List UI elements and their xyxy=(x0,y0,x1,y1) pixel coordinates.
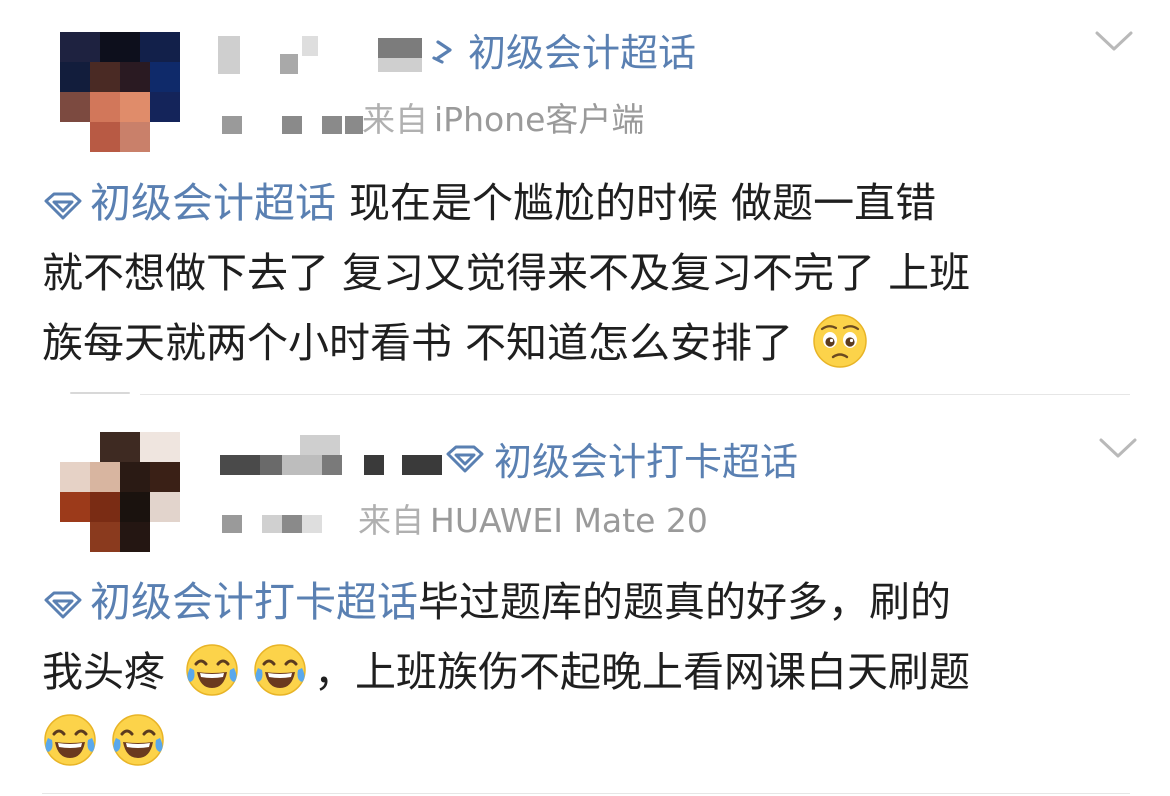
post-body-line: 初级会计打卡超话毕过题库的题真的好多，刷的 xyxy=(42,567,1132,637)
chevron-down-icon[interactable] xyxy=(1098,435,1138,461)
chevron-right-icon xyxy=(432,39,452,64)
avatar[interactable] xyxy=(60,32,180,152)
pleading-face-emoji-icon xyxy=(813,314,867,368)
supertopic-diamond-icon xyxy=(446,445,484,472)
post-text: 现在是个尴尬的时候 做题一直错 xyxy=(349,179,937,227)
tears-of-joy-emoji-icon xyxy=(44,714,96,766)
post-body: 初级会计打卡超话毕过题库的题真的好多，刷的 我头疼 ，上班族伤不起晚上看网课白天… xyxy=(42,567,1132,777)
tears-of-joy-emoji-icon xyxy=(112,714,164,766)
post-body-line: 初级会计超话 现在是个尴尬的时候 做题一直错 xyxy=(42,168,1132,238)
username-redacted[interactable] xyxy=(220,431,442,475)
source-prefix: 来自 xyxy=(358,501,424,540)
post-body-line xyxy=(42,707,1132,777)
source-device: iPhone客户端 xyxy=(434,100,645,139)
source-prefix: 来自 xyxy=(362,100,428,139)
post-text: 就不想做下去了 复习又觉得来不及复习不完了 上班 xyxy=(42,249,971,297)
post-text: ，上班族伤不起晚上看网课白天刷题 xyxy=(314,648,971,696)
topic-tag-label: 初级会计打卡超话 xyxy=(494,440,799,484)
divider-accent xyxy=(70,392,130,394)
post-source: 来自 HUAWEI Mate 20 xyxy=(358,494,708,542)
topic-tag-link[interactable]: 初级会计打卡超话 xyxy=(444,431,798,486)
inline-topic-tag-label: 初级会计打卡超话 xyxy=(90,578,418,626)
tears-of-joy-emoji-icon xyxy=(186,644,238,696)
inline-topic-tag-label: 初级会计超话 xyxy=(90,179,336,227)
supertopic-diamond-icon xyxy=(44,192,82,220)
topic-tag-label: 初级会计超话 xyxy=(468,31,697,75)
source-device: HUAWEI Mate 20 xyxy=(430,501,708,540)
post-body-line: 就不想做下去了 复习又觉得来不及复习不完了 上班 xyxy=(42,238,1132,308)
inline-topic-tag[interactable]: 初级会计打卡超话 xyxy=(42,578,418,626)
chevron-down-icon[interactable] xyxy=(1094,28,1134,54)
post-body: 初级会计超话 现在是个尴尬的时候 做题一直错 就不想做下去了 复习又觉得来不及复… xyxy=(42,168,1132,378)
supertopic-diamond-icon xyxy=(44,591,82,619)
username-redacted[interactable] xyxy=(218,30,428,76)
tears-of-joy-emoji-icon xyxy=(254,644,306,696)
avatar[interactable] xyxy=(60,432,180,552)
post-text: 毕过题库的题真的好多，刷的 xyxy=(418,578,951,626)
post-source: 来自 iPhone客户端 xyxy=(362,93,644,141)
weibo-post: 初级会计超话 来自 iPhone客户端 初级会计超话 现在是个尴尬的时候 做题一直… xyxy=(0,0,1170,395)
topic-tag-link[interactable]: 初级会计超话 xyxy=(432,22,696,77)
inline-topic-tag[interactable]: 初级会计超话 xyxy=(42,179,336,227)
post-divider xyxy=(42,793,1130,794)
post-text: 我头疼 xyxy=(42,648,165,696)
post-body-line: 族每天就两个小时看书 不知道怎么安排了 xyxy=(42,308,1132,378)
post-body-line: 我头疼 ，上班族伤不起晚上看网课白天刷题 xyxy=(42,637,1132,707)
post-text: 族每天就两个小时看书 不知道怎么安排了 xyxy=(42,319,794,367)
weibo-post: 初级会计打卡超话 来自 HUAWEI Mate 20 初级会计打卡超话毕过题库的题… xyxy=(0,395,1170,796)
